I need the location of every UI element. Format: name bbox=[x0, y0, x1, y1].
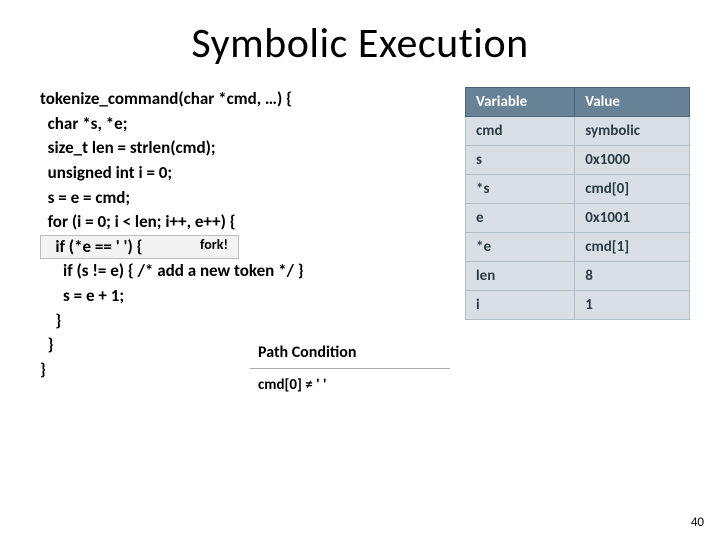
cell-var: cmd bbox=[466, 117, 575, 146]
code-block: tokenize_command(char *cmd, …) { char *s… bbox=[40, 87, 455, 403]
code-highlighted-line: if (*e == ' ') { fork! bbox=[40, 235, 239, 260]
cell-var: s bbox=[466, 146, 575, 175]
code-line: size_t len = strlen(cmd); bbox=[40, 136, 455, 161]
state-panel: Variable Value cmd symbolic s 0x1000 *s … bbox=[465, 87, 690, 403]
table-row: s 0x1000 bbox=[466, 146, 690, 175]
cell-val: cmd[1] bbox=[575, 233, 690, 262]
cell-val: cmd[0] bbox=[575, 175, 690, 204]
code-line: unsigned int i = 0; bbox=[40, 161, 455, 186]
content-row: tokenize_command(char *cmd, …) { char *s… bbox=[0, 87, 720, 403]
code-line: for (i = 0; i < len; i++, e++) { bbox=[40, 210, 455, 235]
code-line: char *s, *e; bbox=[40, 112, 455, 137]
cell-val: 0x1001 bbox=[575, 204, 690, 233]
table-row: cmd symbolic bbox=[466, 117, 690, 146]
path-condition-block: Path Condition cmd[0] ≠ ' ' bbox=[250, 337, 450, 403]
code-line: s = e = cmd; bbox=[40, 186, 455, 211]
code-line: tokenize_command(char *cmd, …) { bbox=[40, 87, 455, 112]
col-variable: Variable bbox=[466, 88, 575, 117]
page-number: 40 bbox=[691, 515, 704, 530]
table-header-row: Variable Value bbox=[466, 88, 690, 117]
cell-var: *e bbox=[466, 233, 575, 262]
table-row: e 0x1001 bbox=[466, 204, 690, 233]
cell-var: e bbox=[466, 204, 575, 233]
cell-val: 0x1000 bbox=[575, 146, 690, 175]
cell-val: symbolic bbox=[575, 117, 690, 146]
table-row: *s cmd[0] bbox=[466, 175, 690, 204]
code-line: if (s != e) { /* add a new token */ } bbox=[40, 259, 455, 284]
cell-val: 1 bbox=[575, 291, 690, 320]
code-line: s = e + 1; bbox=[40, 284, 455, 309]
cell-val: 8 bbox=[575, 262, 690, 291]
table-row: len 8 bbox=[466, 262, 690, 291]
path-condition-body: cmd[0] ≠ ' ' bbox=[250, 369, 450, 403]
cell-var: i bbox=[466, 291, 575, 320]
cell-var: len bbox=[466, 262, 575, 291]
slide-title: Symbolic Execution bbox=[0, 0, 720, 87]
state-table: Variable Value cmd symbolic s 0x1000 *s … bbox=[465, 87, 690, 320]
col-value: Value bbox=[575, 88, 690, 117]
code-line: } bbox=[40, 309, 455, 334]
fork-label: fork! bbox=[200, 235, 228, 255]
path-condition-header: Path Condition bbox=[250, 337, 450, 369]
table-row: i 1 bbox=[466, 291, 690, 320]
cell-var: *s bbox=[466, 175, 575, 204]
table-row: *e cmd[1] bbox=[466, 233, 690, 262]
